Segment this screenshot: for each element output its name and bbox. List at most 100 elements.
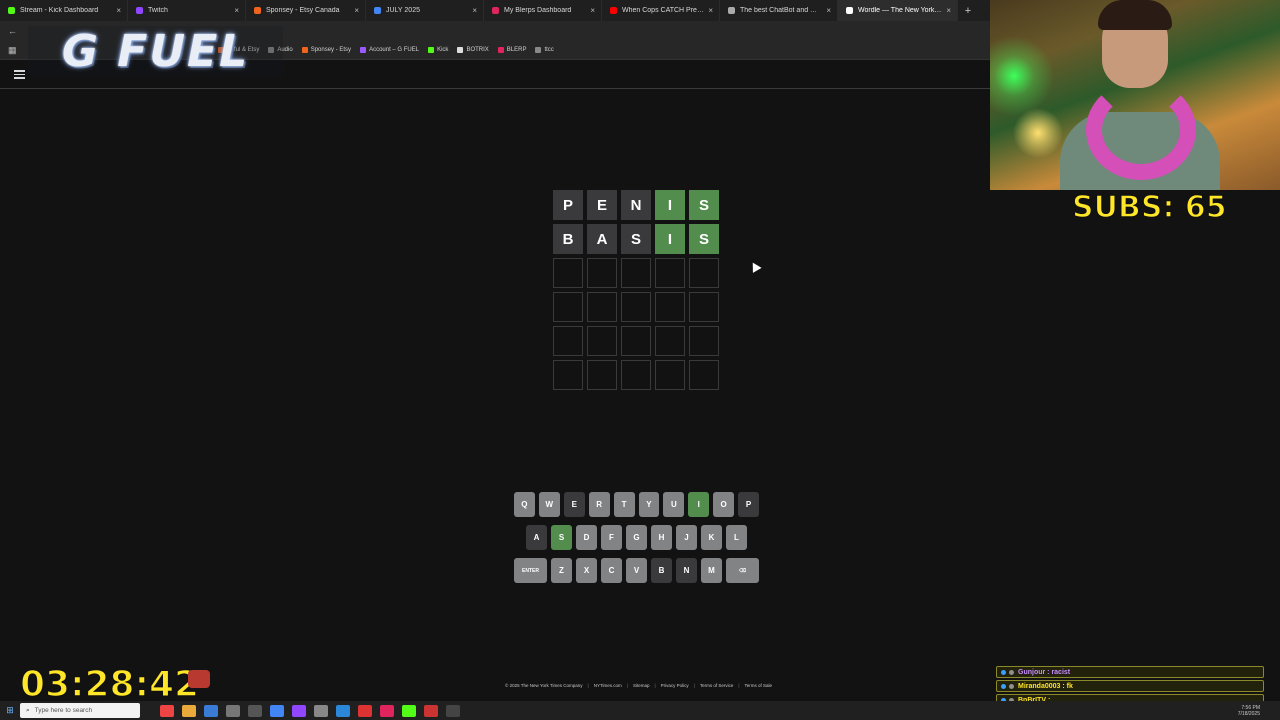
taskbar-search-input[interactable]: ⌕ Type here to search [20,703,140,718]
app-icon[interactable] [446,704,460,717]
board-tile [587,258,617,288]
key-o[interactable]: O [713,492,735,517]
key-k[interactable]: K [701,525,722,550]
bookmark-label: BOTRIX [466,47,489,53]
key-d[interactable]: D [576,525,597,550]
chat-badge-icon [1009,669,1014,675]
key-r[interactable]: R [588,492,610,517]
webcam-feed [990,0,1280,190]
key-i[interactable]: I [688,492,710,517]
key-c[interactable]: C [601,558,622,583]
new-tab-plus-icon[interactable]: + [958,5,978,17]
app-icon[interactable] [402,704,416,717]
board-tile [587,292,617,322]
key-u[interactable]: U [663,492,685,517]
back-arrow-icon[interactable]: ← [8,26,17,36]
key-p[interactable]: P [738,492,760,517]
key-b[interactable]: B [651,558,672,583]
key-s[interactable]: S [551,525,572,550]
footer-separator: | [587,683,589,688]
tab-close-icon[interactable]: × [590,6,595,15]
menu-hamburger-icon[interactable] [14,70,25,79]
key-n[interactable]: N [676,558,697,583]
bookmark-item[interactable]: ttcc [535,47,554,53]
browser-tab[interactable]: My Blerps Dashboard × [484,0,602,21]
enter-key[interactable]: ENTER [514,558,547,583]
key-w[interactable]: W [538,492,560,517]
apps-grid-icon[interactable]: ▦ [8,45,18,55]
bookmark-label: Kick [437,47,449,53]
app-icon[interactable] [380,704,394,717]
stream-timer: 03:28:42 [19,663,200,706]
app-icon[interactable] [248,704,262,717]
opera-icon[interactable] [358,704,372,717]
footer-link[interactable]: NYTimes.com [594,683,622,688]
footer-link[interactable]: Privacy Policy [661,683,689,688]
tab-title: When Cops CATCH Predators i... [622,7,704,14]
board-tile: P [553,190,583,220]
app-icon[interactable] [292,704,306,717]
tab-close-icon[interactable]: × [116,6,121,15]
board-tile: S [621,224,651,254]
key-a[interactable]: A [526,525,547,550]
bookmark-item[interactable]: Sponsey - Etsy [301,47,351,53]
bookmark-item[interactable]: BLERP [497,47,526,53]
bookmark-item[interactable]: Account – G FUEL [360,47,419,53]
system-tray-clock[interactable]: 7:56 PM 7/18/2025 [1238,705,1280,717]
key-f[interactable]: F [601,525,622,550]
browser-tab[interactable]: The best ChatBot and Widgets...× [720,0,838,21]
chat-badge-icon [1001,683,1006,689]
key-v[interactable]: V [626,558,647,583]
browser-tab-strip: Stream - Kick Dashboard × Twitch × Sponsey -… [0,0,990,21]
tab-title: Wordle — The New York Times [858,7,942,14]
key-m[interactable]: M [701,558,722,583]
board-tile: N [621,190,651,220]
key-z[interactable]: Z [551,558,572,583]
key-t[interactable]: T [613,492,635,517]
key-x[interactable]: X [576,558,597,583]
key-l[interactable]: L [726,525,747,550]
backspace-key[interactable]: ⌫ [726,558,759,583]
footer-link[interactable]: Terms of Service [700,683,734,688]
board-tile [689,326,719,356]
chat-text: Gunjour : racist [1018,668,1071,676]
browser-tab[interactable]: JULY 2025 × [366,0,484,21]
board-tile [689,292,719,322]
windows-start-icon[interactable]: ⊞ [0,705,20,716]
chrome-icon[interactable] [270,704,284,717]
key-e[interactable]: E [563,492,585,517]
app-icon[interactable] [424,704,438,717]
app-icon[interactable] [336,704,350,717]
key-y[interactable]: Y [638,492,660,517]
board-row [553,326,719,356]
footer-link[interactable]: Sitemap [633,683,650,688]
footer-link[interactable]: Terms of Sale [745,683,773,688]
browser-tab[interactable]: Wordle — The New York Times × [838,0,958,21]
bookmark-item[interactable]: BOTRIX [457,47,489,53]
browser-tab[interactable]: When Cops CATCH Predators i... × [602,0,720,21]
tab-close-icon[interactable]: × [826,6,831,15]
key-j[interactable]: J [676,525,697,550]
tab-close-icon[interactable]: × [946,6,951,15]
key-q[interactable]: Q [513,492,535,517]
board-tile [689,360,719,390]
key-h[interactable]: H [651,525,672,550]
browser-tab[interactable]: Stream - Kick Dashboard × [0,0,128,21]
browser-tab[interactable]: Sponsey - Etsy Canada × [246,0,366,21]
tab-close-icon[interactable]: × [708,6,713,15]
bookmark-item[interactable]: Kick [428,47,448,53]
tab-close-icon[interactable]: × [472,6,477,15]
app-icon[interactable] [226,704,240,717]
taskbar-pinned-apps [160,704,460,717]
app-icon[interactable] [160,704,174,717]
board-tile: I [655,224,685,254]
app-icon[interactable] [314,704,328,717]
tab-close-icon[interactable]: × [234,6,239,15]
browser-tab[interactable]: Twitch × [128,0,246,21]
key-g[interactable]: G [626,525,647,550]
bookmark-icon [360,47,367,53]
folder-icon[interactable] [182,704,196,717]
footer-separator: | [693,683,695,688]
app-icon[interactable] [204,704,218,717]
tab-close-icon[interactable]: × [354,6,359,15]
